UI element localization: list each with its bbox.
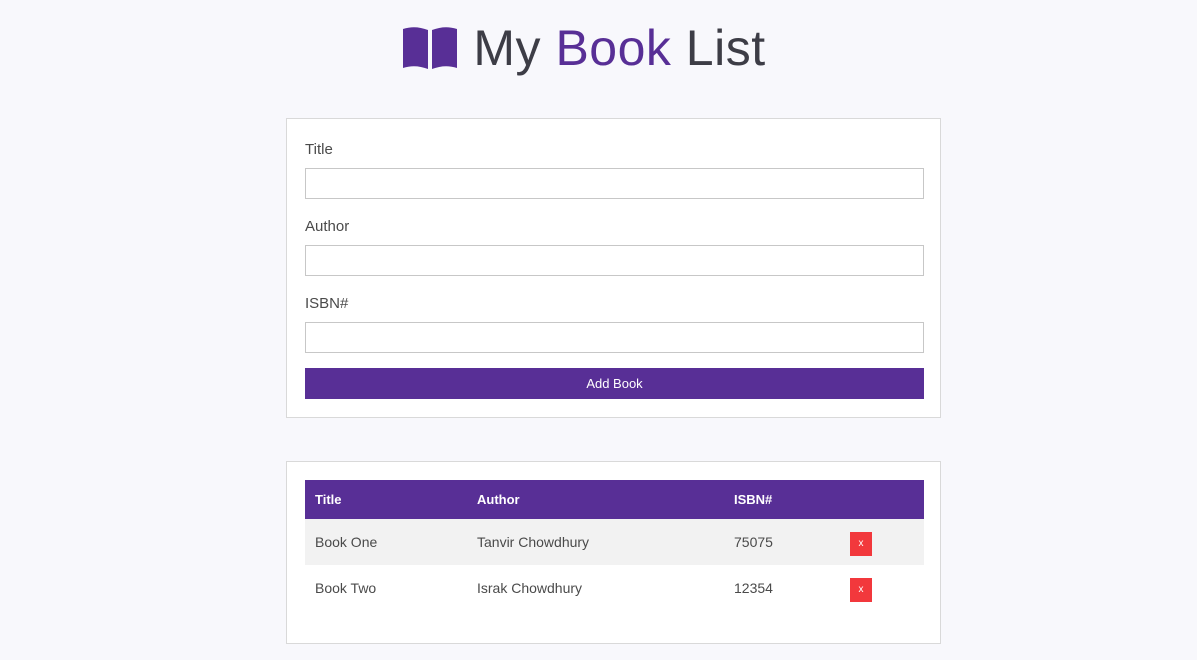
delete-book-button[interactable]: x (850, 532, 872, 556)
table-row: Book Two Israk Chowdhury 12354 x (305, 565, 924, 611)
book-author-cell: Israk Chowdhury (477, 580, 583, 596)
book-open-icon (403, 27, 458, 69)
author-input[interactable] (305, 245, 924, 276)
delete-book-button[interactable]: x (850, 578, 872, 602)
book-title-cell: Book Two (315, 580, 377, 596)
isbn-input[interactable] (305, 322, 924, 353)
add-book-button[interactable]: Add Book (305, 368, 924, 399)
book-title-cell: Book One (315, 534, 378, 550)
book-isbn-cell: 75075 (734, 534, 773, 550)
table-header-row: Title Author ISBN# (305, 480, 924, 519)
actions-cell: x (840, 565, 924, 611)
actions-cell: x (840, 519, 924, 565)
book-isbn-cell: 12354 (734, 580, 773, 596)
title-text-book: Book (555, 20, 672, 76)
column-header-author: Author (477, 492, 520, 507)
author-label: Author (305, 218, 350, 235)
column-header-title: Title (315, 492, 342, 507)
column-header-isbn: ISBN# (734, 492, 773, 507)
book-form: Title Author ISBN# Add Book (286, 118, 941, 418)
title-text-list: List (671, 20, 766, 76)
page-header: My Book List (0, 14, 1197, 82)
book-list-card: Title Author ISBN# Book One Tanvir Chowd… (286, 461, 941, 644)
page-title: My Book List (473, 23, 765, 73)
title-input[interactable] (305, 168, 924, 199)
book-author-cell: Tanvir Chowdhury (477, 534, 590, 550)
table-row: Book One Tanvir Chowdhury 75075 x (305, 519, 924, 565)
isbn-label: ISBN# (305, 295, 349, 312)
title-label: Title (305, 141, 333, 158)
column-header-actions (840, 480, 924, 519)
title-text-my: My (473, 20, 556, 76)
book-table: Title Author ISBN# Book One Tanvir Chowd… (305, 480, 924, 611)
